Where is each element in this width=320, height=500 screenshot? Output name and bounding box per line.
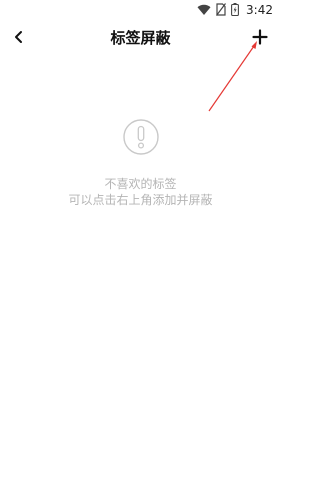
add-tag-button[interactable]: [247, 24, 273, 50]
plus-icon: [252, 29, 268, 45]
exclamation-circle-icon: [122, 119, 159, 155]
no-sim-icon: [216, 1, 227, 20]
empty-title: 不喜欢的标签: [104, 177, 177, 191]
empty-hint: 可以点击右上角添加并屏蔽: [68, 193, 213, 207]
title-bar: 标签屏蔽: [0, 20, 281, 54]
battery-icon: [231, 1, 239, 20]
wifi-icon: [197, 1, 211, 20]
status-time: 3:42: [246, 3, 273, 17]
status-bar: 3:42: [0, 0, 281, 20]
empty-state: 不喜欢的标签 可以点击右上角添加并屏蔽: [0, 118, 281, 208]
page-title: 标签屏蔽: [110, 29, 171, 47]
annotation-arrow: [208, 41, 257, 112]
status-icons: 3:42: [197, 2, 273, 18]
